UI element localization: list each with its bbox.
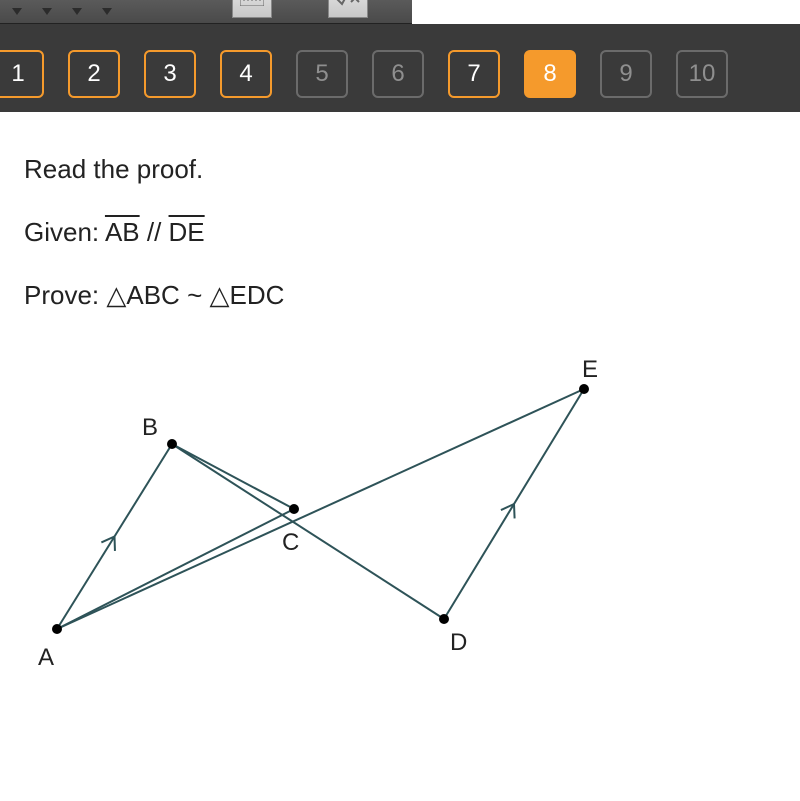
diagram-svg [24,344,644,704]
given-label: Given: [24,217,105,247]
question-nav-3[interactable]: 3 [144,50,196,98]
given-text: Given: AB // DE [24,217,776,248]
question-nav-10: 10 [676,50,728,98]
dropdown-icon [102,8,112,15]
parallel-symbol: // [140,217,169,247]
point-label-E: E [582,356,598,384]
prove-label: Prove: [24,280,106,310]
question-nav-2[interactable]: 2 [68,50,120,98]
question-nav-6: 6 [372,50,424,98]
triangle-abc: △ABC [106,280,179,310]
question-nav-9: 9 [600,50,652,98]
question-nav-row: 123456789 10 [0,50,800,98]
keyboard-icon [240,0,264,6]
question-nav-8[interactable]: 8 [524,50,576,98]
point-label-A: A [38,644,54,672]
point-label-C: C [282,529,299,557]
question-nav-5: 5 [296,50,348,98]
point-label-D: D [450,629,467,657]
prove-text: Prove: △ABC ~ △EDC [24,280,776,311]
problem-content: Read the proof. Given: AB // DE Prove: △… [0,112,800,704]
triangle-edc: △EDC [209,280,284,310]
dropdown-icon [72,8,82,15]
instruction-text: Read the proof. [24,154,776,185]
check-x-button[interactable] [328,0,368,18]
question-nav: 123456789 10 [0,24,800,112]
dropdown-icon [42,8,52,15]
header-wrap [0,0,800,24]
question-nav-4[interactable]: 4 [220,50,272,98]
triangle-diagram: A B C D E [24,344,644,704]
point-label-B: B [142,414,158,442]
segment-de: DE [169,217,205,247]
question-nav-7[interactable]: 7 [448,50,500,98]
check-x-icon [335,0,361,8]
keyboard-button[interactable] [232,0,272,18]
dropdown-icon [12,8,22,15]
question-nav-1[interactable]: 1 [0,50,44,98]
segment-ab: AB [105,217,140,247]
similar-symbol: ~ [180,280,210,310]
